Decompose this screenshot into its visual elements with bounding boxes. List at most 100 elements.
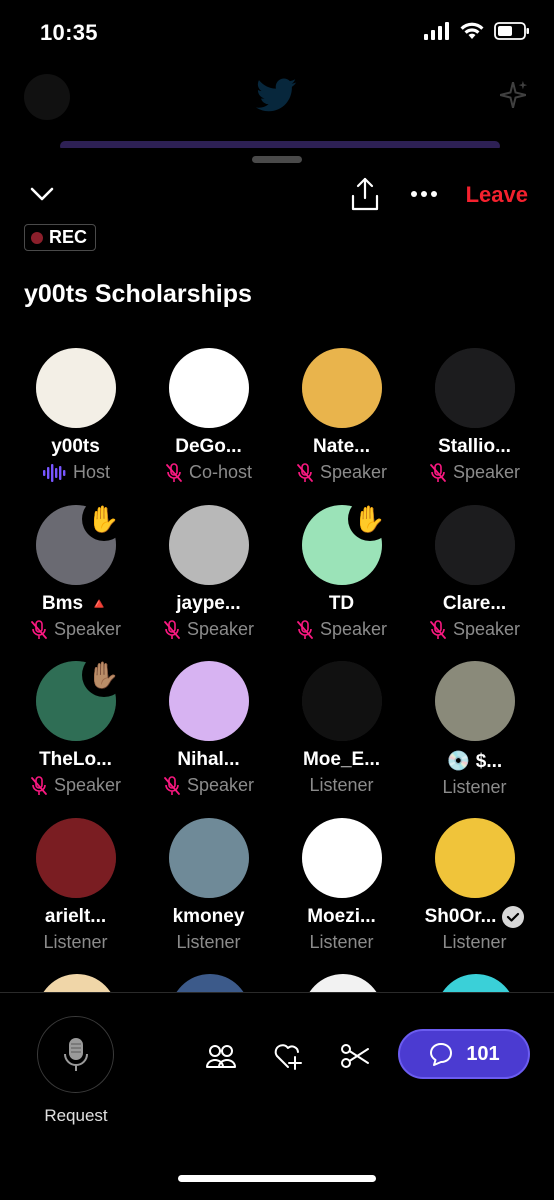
participant-role-row: Listener xyxy=(142,932,275,953)
participant-role-row: Listener xyxy=(275,775,408,796)
participant-role: Co-host xyxy=(188,462,253,482)
background-avatar xyxy=(24,74,70,120)
avatar[interactable] xyxy=(434,661,515,741)
participant-name-row: TD xyxy=(275,593,408,615)
people-icon[interactable] xyxy=(205,1040,237,1072)
avatar-image xyxy=(301,661,382,741)
avatar[interactable] xyxy=(301,818,382,898)
participant-card[interactable]: kmoney Listener xyxy=(142,818,275,953)
participant-card[interactable]: arielt... Listener xyxy=(9,818,142,953)
avatar[interactable] xyxy=(301,348,382,428)
scissors-icon[interactable] xyxy=(339,1040,371,1072)
background-header xyxy=(0,70,554,130)
participant-role-row: Speaker xyxy=(408,462,541,483)
avatar[interactable] xyxy=(168,661,249,741)
avatar[interactable] xyxy=(301,661,382,741)
space-topbar: Leave xyxy=(0,176,554,216)
participant-role-row: Listener xyxy=(9,932,142,953)
more-icon[interactable] xyxy=(408,184,440,204)
participant-name: DeGo... xyxy=(175,436,242,457)
participant-role: Speaker xyxy=(186,619,255,639)
participant-name-row: Sh0Or... xyxy=(408,906,541,928)
avatar[interactable] xyxy=(168,505,249,585)
participant-name: kmoney xyxy=(172,906,245,927)
participant-role-row: Speaker xyxy=(275,619,408,640)
participant-name-row: Clare... xyxy=(408,593,541,615)
participant-role: Listener xyxy=(43,932,108,952)
request-label: Request xyxy=(44,1106,108,1125)
comment-icon xyxy=(430,1043,453,1066)
space-sheet: Leave REC y00ts Scholarships y00ts Host De… xyxy=(0,148,554,1200)
leave-button[interactable]: Leave xyxy=(466,182,528,208)
participant-name-row: Bms 🔺 xyxy=(9,593,142,615)
raised-hand-icon: ✋ xyxy=(347,497,392,541)
participant-name-row: jaype... xyxy=(142,593,275,615)
participant-card[interactable]: Moezi... Listener xyxy=(275,818,408,953)
participant-name: Moe_E... xyxy=(302,749,381,770)
participant-name: Bms xyxy=(41,593,84,614)
share-icon[interactable] xyxy=(350,176,380,212)
comment-count: 101 xyxy=(466,1042,500,1065)
avatar[interactable] xyxy=(434,818,515,898)
red-triangle-icon: 🔺 xyxy=(89,596,110,613)
mic-muted-icon xyxy=(31,775,47,795)
participant-card[interactable]: ✋ Bms 🔺 Speaker xyxy=(9,497,142,640)
home-indicator[interactable] xyxy=(178,1175,376,1182)
participant-name-row: DeGo... xyxy=(142,436,275,458)
avatar[interactable] xyxy=(35,818,116,898)
mic-muted-icon xyxy=(164,775,180,795)
participant-card[interactable]: ✋🏽 TheLo... Speaker xyxy=(9,653,142,796)
participant-role-row: Listener xyxy=(275,932,408,953)
participant-card[interactable]: 💿 $... Listener xyxy=(408,661,541,798)
heart-plus-icon[interactable] xyxy=(272,1040,304,1072)
participant-card[interactable]: Stallio... Speaker xyxy=(408,348,541,483)
participant-name: y00ts xyxy=(51,436,100,457)
participant-name-row: Moezi... xyxy=(275,906,408,928)
mic-muted-icon xyxy=(166,462,182,482)
participant-name: Moezi... xyxy=(307,906,376,927)
participant-card[interactable]: DeGo... Co-host xyxy=(142,348,275,483)
avatar[interactable] xyxy=(168,348,249,428)
request-mic-button[interactable] xyxy=(37,1016,114,1093)
avatar[interactable]: ✋ xyxy=(301,497,392,585)
avatar-image xyxy=(35,348,116,428)
participant-role: Speaker xyxy=(319,462,388,482)
participant-role-row: Listener xyxy=(408,777,541,798)
participant-card[interactable]: Nihal... Speaker xyxy=(142,661,275,796)
participant-card[interactable]: ✋ TD Speaker xyxy=(275,497,408,640)
avatar[interactable]: ✋ xyxy=(35,497,126,585)
participant-role: Speaker xyxy=(53,775,122,795)
participant-card[interactable]: Clare... Speaker xyxy=(408,505,541,640)
sheet-grabber[interactable] xyxy=(252,156,302,163)
avatar[interactable]: ✋🏽 xyxy=(35,653,126,741)
avatar[interactable] xyxy=(434,348,515,428)
space-title: y00ts Scholarships xyxy=(24,280,252,308)
participant-card[interactable]: y00ts Host xyxy=(9,348,142,483)
participant-role: Listener xyxy=(309,932,374,952)
participant-role-row: Host xyxy=(9,462,142,483)
avatar-image xyxy=(168,661,249,741)
participant-role-row: Speaker xyxy=(408,619,541,640)
chevron-down-icon[interactable] xyxy=(28,180,56,208)
avatar[interactable] xyxy=(35,348,116,428)
participant-name: arielt... xyxy=(44,906,107,927)
participant-name: jaype... xyxy=(176,593,241,614)
participant-name-row: y00ts xyxy=(9,436,142,458)
mic-muted-icon xyxy=(297,619,313,639)
avatar[interactable] xyxy=(434,505,515,585)
rec-label: REC xyxy=(49,227,88,247)
participant-role-row: Speaker xyxy=(275,462,408,483)
participant-card[interactable]: Nate... Speaker xyxy=(275,348,408,483)
avatar-image xyxy=(301,348,382,428)
avatar-image xyxy=(434,661,515,741)
participant-card[interactable]: jaype... Speaker xyxy=(142,505,275,640)
avatar-image xyxy=(434,505,515,585)
avatar-image xyxy=(168,348,249,428)
avatar xyxy=(436,974,516,992)
participant-card[interactable]: Sh0Or... Listener xyxy=(408,818,541,953)
avatar[interactable] xyxy=(168,818,249,898)
participant-name-row: Moe_E... xyxy=(275,749,408,771)
comments-button[interactable]: 101 xyxy=(398,1029,530,1079)
avatar-image xyxy=(168,818,249,898)
participant-card[interactable]: Moe_E... Listener xyxy=(275,661,408,796)
